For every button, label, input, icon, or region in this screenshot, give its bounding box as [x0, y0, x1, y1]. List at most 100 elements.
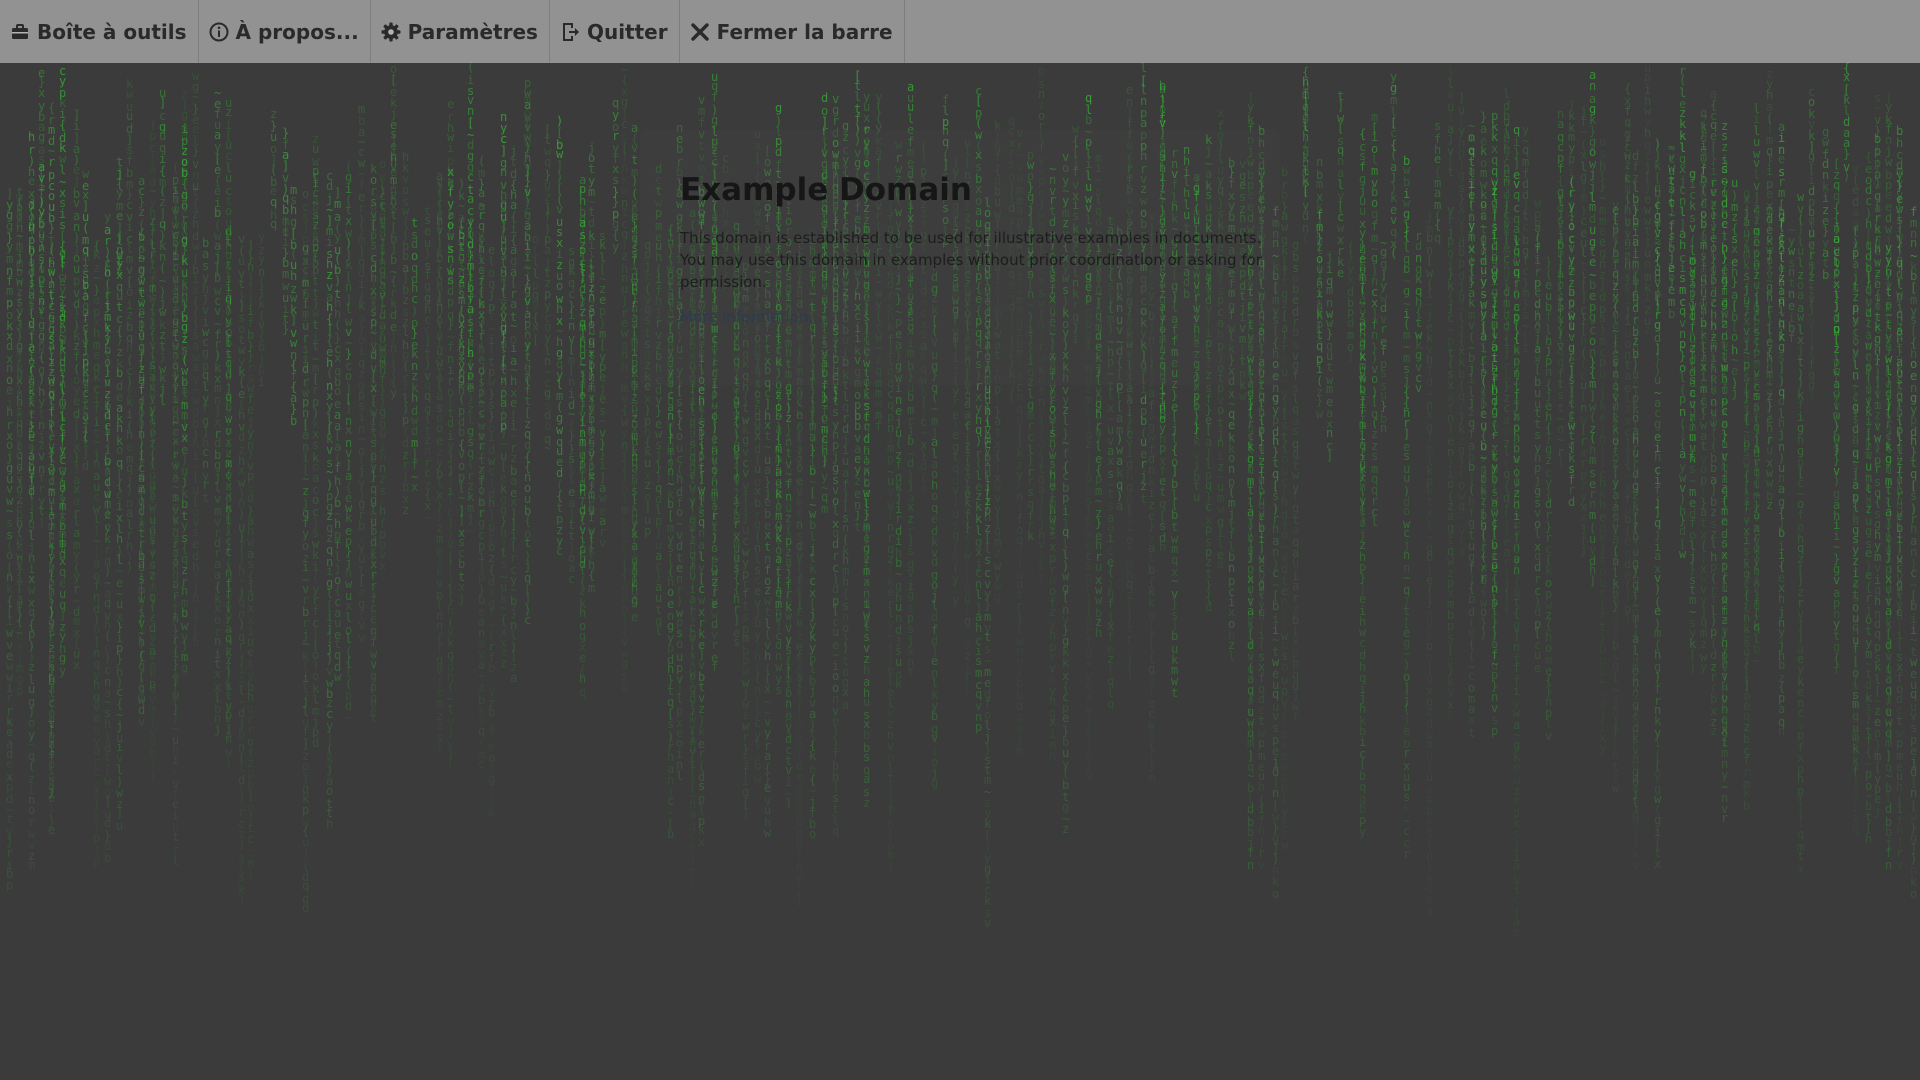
svg-text:l: l — [238, 760, 245, 774]
svg-text:s: s — [312, 438, 319, 452]
svg-text:w: w — [126, 87, 134, 101]
svg-text:}: } — [621, 612, 628, 626]
svg-text:~: ~ — [302, 637, 309, 651]
svg-text:y: y — [467, 291, 474, 305]
svg-text:m: m — [28, 858, 35, 872]
svg-text:v: v — [138, 715, 145, 729]
svg-text:y: y — [532, 298, 539, 312]
svg-text:z: z — [500, 656, 507, 670]
svg-text:a: a — [510, 671, 517, 685]
svg-text:): ) — [238, 617, 245, 631]
svg-text:]: ] — [290, 313, 297, 327]
svg-text:[: [ — [225, 334, 232, 348]
svg-text:x: x — [532, 320, 539, 334]
svg-text:a: a — [544, 243, 551, 257]
svg-text:x: x — [214, 667, 221, 681]
svg-text:e: e — [478, 284, 485, 298]
svg-text:g: g — [621, 656, 628, 670]
svg-text:p: p — [644, 524, 651, 538]
svg-text:x: x — [334, 351, 341, 365]
svg-text:b: b — [192, 635, 199, 649]
svg-text:i: i — [48, 504, 55, 518]
svg-text:q: q — [302, 879, 309, 893]
svg-text:x: x — [345, 423, 352, 437]
svg-text:p: p — [93, 831, 100, 845]
svg-text:b: b — [821, 391, 828, 405]
svg-text:x: x — [38, 86, 45, 100]
svg-text:p: p — [247, 469, 254, 483]
svg-text:e: e — [6, 383, 13, 397]
svg-text:m: m — [821, 502, 828, 516]
svg-text:(: ( — [48, 570, 55, 584]
svg-text:i: i — [172, 753, 179, 767]
svg-text:): ) — [225, 664, 232, 678]
svg-text:q: q — [832, 824, 839, 838]
svg-text:p: p — [258, 362, 265, 376]
svg-text:m: m — [436, 696, 443, 710]
svg-text:): ) — [334, 274, 341, 288]
svg-text:s: s — [500, 557, 507, 571]
svg-text:s: s — [698, 502, 705, 516]
svg-text:j: j — [447, 449, 454, 463]
svg-text:~: ~ — [345, 711, 352, 725]
svg-text:): ) — [796, 847, 803, 861]
svg-text:s: s — [48, 592, 55, 606]
svg-text:u: u — [764, 803, 771, 817]
svg-text:x: x — [842, 685, 849, 699]
svg-text:x: x — [478, 350, 485, 364]
svg-text:p: p — [48, 416, 55, 430]
svg-text:v: v — [556, 202, 563, 216]
svg-text:j: j — [488, 287, 495, 301]
svg-text:v: v — [524, 294, 531, 308]
svg-text:p: p — [447, 295, 454, 309]
svg-text:b: b — [181, 606, 188, 620]
svg-text:]: ] — [733, 613, 740, 627]
svg-text:h: h — [28, 130, 35, 144]
svg-text:e: e — [510, 396, 517, 410]
svg-text:b: b — [116, 366, 123, 380]
svg-text:h: h — [579, 672, 586, 686]
settings-label: Paramètres — [408, 20, 538, 44]
about-button[interactable]: À propos... — [199, 0, 371, 63]
quit-button[interactable]: Quitter — [550, 0, 680, 63]
svg-text:t: t — [202, 491, 209, 505]
svg-text:d: d — [6, 339, 13, 353]
svg-text:c: c — [104, 520, 111, 534]
svg-text:n: n — [192, 591, 199, 605]
svg-text:i: i — [358, 277, 365, 291]
svg-text:v: v — [599, 536, 606, 550]
svg-text:g: g — [202, 346, 209, 360]
svg-text:x: x — [478, 735, 485, 749]
svg-text:b: b — [447, 229, 454, 243]
svg-text:}: } — [73, 306, 80, 320]
svg-text:p: p — [478, 570, 485, 584]
svg-text:f: f — [711, 660, 718, 674]
svg-text:t: t — [6, 812, 13, 826]
svg-text:a: a — [775, 552, 782, 566]
svg-text:z: z — [478, 680, 485, 694]
svg-text:t: t — [379, 200, 386, 214]
svg-text:a: a — [59, 448, 66, 462]
svg-text:b: b — [863, 728, 870, 742]
close-bar-button[interactable]: Fermer la barre — [680, 0, 905, 63]
svg-text:o: o — [302, 901, 309, 915]
svg-text:}: } — [282, 322, 289, 336]
svg-text:o: o — [6, 548, 13, 562]
svg-text:b: b — [214, 271, 221, 285]
svg-text:r: r — [149, 250, 156, 264]
more-information-link[interactable]: More information... — [680, 308, 823, 326]
svg-text:m: m — [458, 377, 465, 391]
svg-text:b: b — [775, 409, 782, 423]
svg-text:{: { — [579, 562, 586, 576]
svg-text:l: l — [402, 325, 409, 339]
svg-text:d: d — [59, 547, 66, 561]
svg-text:w: w — [379, 427, 387, 441]
settings-button[interactable]: Paramètres — [371, 0, 550, 63]
toolbox-button[interactable]: Boîte à outils — [0, 0, 199, 63]
svg-text:~: ~ — [458, 491, 465, 505]
svg-text:u: u — [116, 819, 123, 833]
svg-text:t: t — [524, 536, 531, 550]
svg-text:): ) — [138, 636, 145, 650]
svg-text:k: k — [809, 749, 817, 763]
svg-text:x: x — [73, 658, 80, 672]
